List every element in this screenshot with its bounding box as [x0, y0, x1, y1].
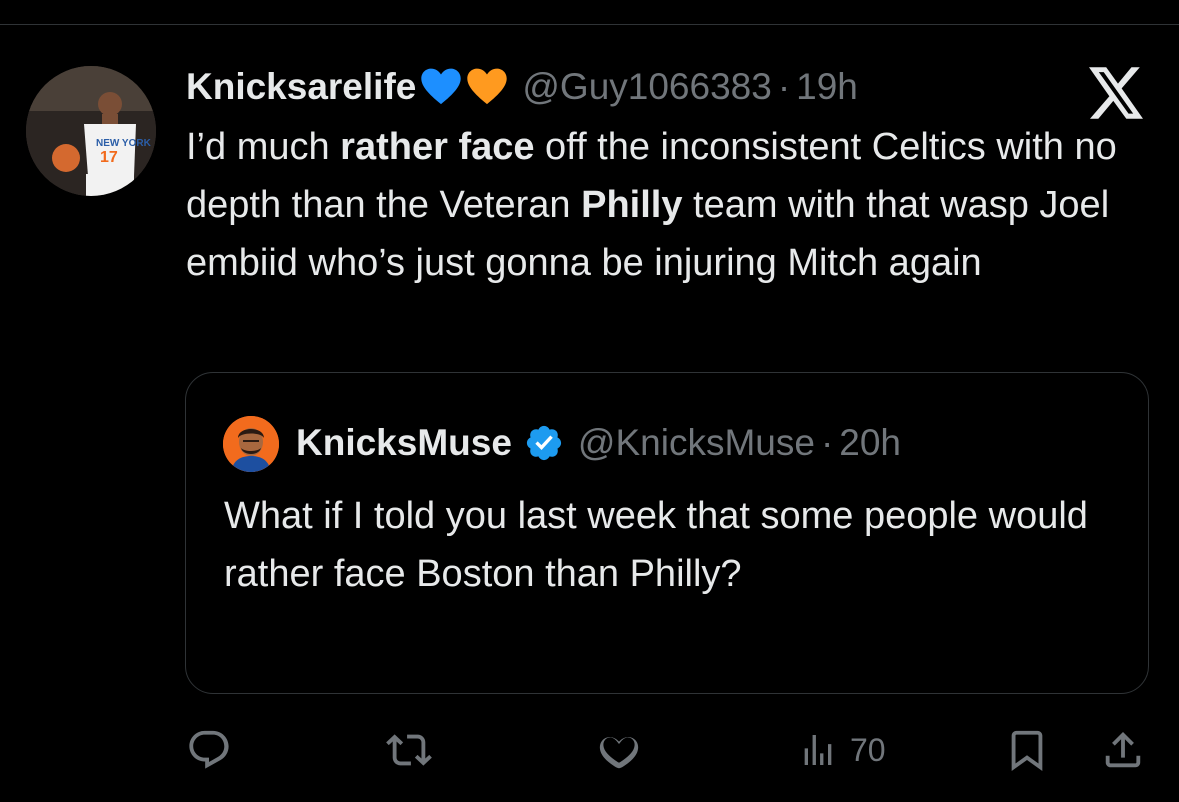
bookmark-button[interactable] [1004, 710, 1050, 790]
bookmark-icon [1011, 730, 1043, 771]
player-photo: NEW YORK 17 [26, 66, 156, 196]
tweet-header: Knicksarelife @Guy1066383 · 19h [186, 62, 858, 112]
x-logo-icon [1089, 67, 1143, 119]
like-icon [599, 737, 639, 769]
separator-dot: · [820, 422, 834, 463]
text-part-bold: rather face [340, 126, 535, 168]
author-avatar[interactable]: NEW YORK 17 [26, 66, 156, 196]
quoted-tweet-header: KnicksMuse @KnicksMuse · 20h [296, 417, 901, 469]
share-button[interactable] [1100, 710, 1146, 790]
quoted-author-handle[interactable]: @KnicksMuse [578, 422, 815, 464]
quoted-tweet-time[interactable]: 20h [839, 422, 901, 464]
author-handle[interactable]: @Guy1066383 [522, 66, 771, 108]
verified-badge-icon [526, 425, 562, 461]
text-part-bold: Philly [581, 184, 683, 226]
views-count: 70 [850, 731, 886, 768]
retweet-icon [386, 734, 432, 766]
svg-text:NEW YORK: NEW YORK [96, 138, 152, 149]
blue-heart-icon [421, 68, 462, 105]
cartoon-avatar [223, 416, 279, 472]
quoted-author-avatar[interactable] [223, 416, 279, 472]
quoted-tweet[interactable]: KnicksMuse @KnicksMuse · 20h What if I t… [185, 372, 1149, 694]
share-icon [1105, 731, 1141, 768]
retweet-button[interactable] [386, 710, 432, 790]
orange-heart-icon [467, 68, 508, 105]
text-part: I’d much [186, 126, 341, 168]
action-bar: 70 [0, 710, 1179, 790]
views-icon [804, 735, 832, 765]
top-divider [0, 24, 1179, 25]
quoted-author-name[interactable]: KnicksMuse [296, 422, 512, 464]
separator-dot: · [777, 66, 791, 107]
views-button[interactable]: 70 [798, 710, 886, 790]
tweet-time[interactable]: 19h [796, 66, 858, 108]
quoted-tweet-text: What if I told you last week that some p… [224, 495, 1088, 595]
svg-text:17: 17 [100, 149, 118, 166]
reply-button[interactable] [186, 710, 232, 790]
tweet-text: I’d much rather face off the inconsisten… [186, 118, 1161, 292]
reply-icon [189, 730, 229, 769]
author-name[interactable]: Knicksarelife [186, 66, 416, 108]
like-button[interactable] [596, 710, 642, 790]
